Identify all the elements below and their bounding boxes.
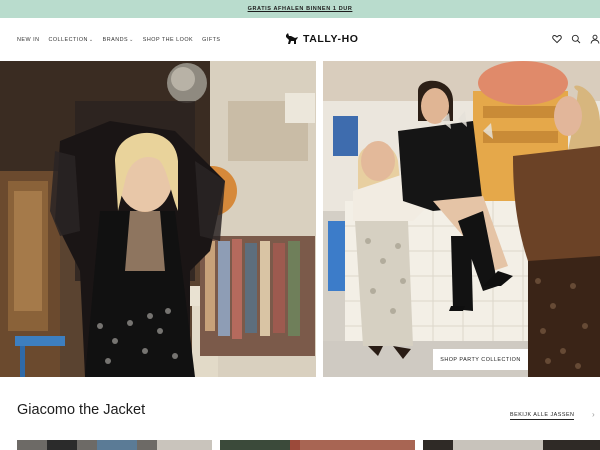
main-nav: NEW IN COLLECTION ⌄ BRANDS ⌄ SHOP THE LO…: [17, 18, 221, 61]
shop-party-collection-button[interactable]: SHOP PARTY COLLECTION: [433, 349, 528, 370]
brand-name: TALLY-HO: [303, 33, 359, 45]
nav-item-collection[interactable]: COLLECTION ⌄: [48, 37, 93, 43]
nav-item-label: GIFTS: [202, 36, 221, 43]
product-carousel: [0, 440, 600, 450]
hero-image-right[interactable]: [323, 61, 600, 377]
announcement-link[interactable]: GRATIS AFHALEN BINNEN 1 DUR: [248, 6, 353, 12]
chevron-down-icon: ⌄: [129, 36, 134, 43]
site-logo[interactable]: TALLY-HO: [285, 30, 359, 48]
nav-item-label: NEW IN: [17, 36, 40, 43]
nav-item-brands[interactable]: BRANDS ⌄: [103, 37, 134, 43]
hero-photo-right: [323, 61, 600, 377]
nav-item-label: COLLECTION: [48, 36, 88, 43]
nav-item-label: SHOP THE LOOK: [142, 36, 194, 43]
section-title: Giacomo the Jacket: [17, 402, 146, 418]
nav-item-label: BRANDS: [102, 36, 129, 43]
nav-item-shop-the-look[interactable]: SHOP THE LOOK: [143, 37, 193, 43]
see-all-jackets-link[interactable]: BEKIJK ALLE JASSEN: [510, 412, 575, 420]
chevron-down-icon: ⌄: [88, 36, 94, 43]
hero-photo-left: [0, 61, 316, 377]
nav-item-gifts[interactable]: GIFTS: [202, 37, 220, 43]
hero-image-left[interactable]: [0, 61, 316, 377]
product-card[interactable]: [220, 440, 415, 450]
product-card[interactable]: [423, 440, 600, 450]
product-card[interactable]: [17, 440, 212, 450]
heart-icon[interactable]: [552, 34, 562, 44]
account-icon[interactable]: [590, 34, 600, 44]
nav-item-new-in[interactable]: NEW IN: [17, 37, 39, 43]
dog-logo-icon: [286, 33, 298, 44]
search-icon[interactable]: [571, 34, 581, 44]
announcement-bar: GRATIS AFHALEN BINNEN 1 DUR: [0, 0, 600, 18]
chevron-right-icon[interactable]: ›: [592, 410, 595, 419]
site-header: NEW IN COLLECTION ⌄ BRANDS ⌄ SHOP THE LO…: [0, 18, 600, 61]
header-actions: [552, 30, 600, 48]
